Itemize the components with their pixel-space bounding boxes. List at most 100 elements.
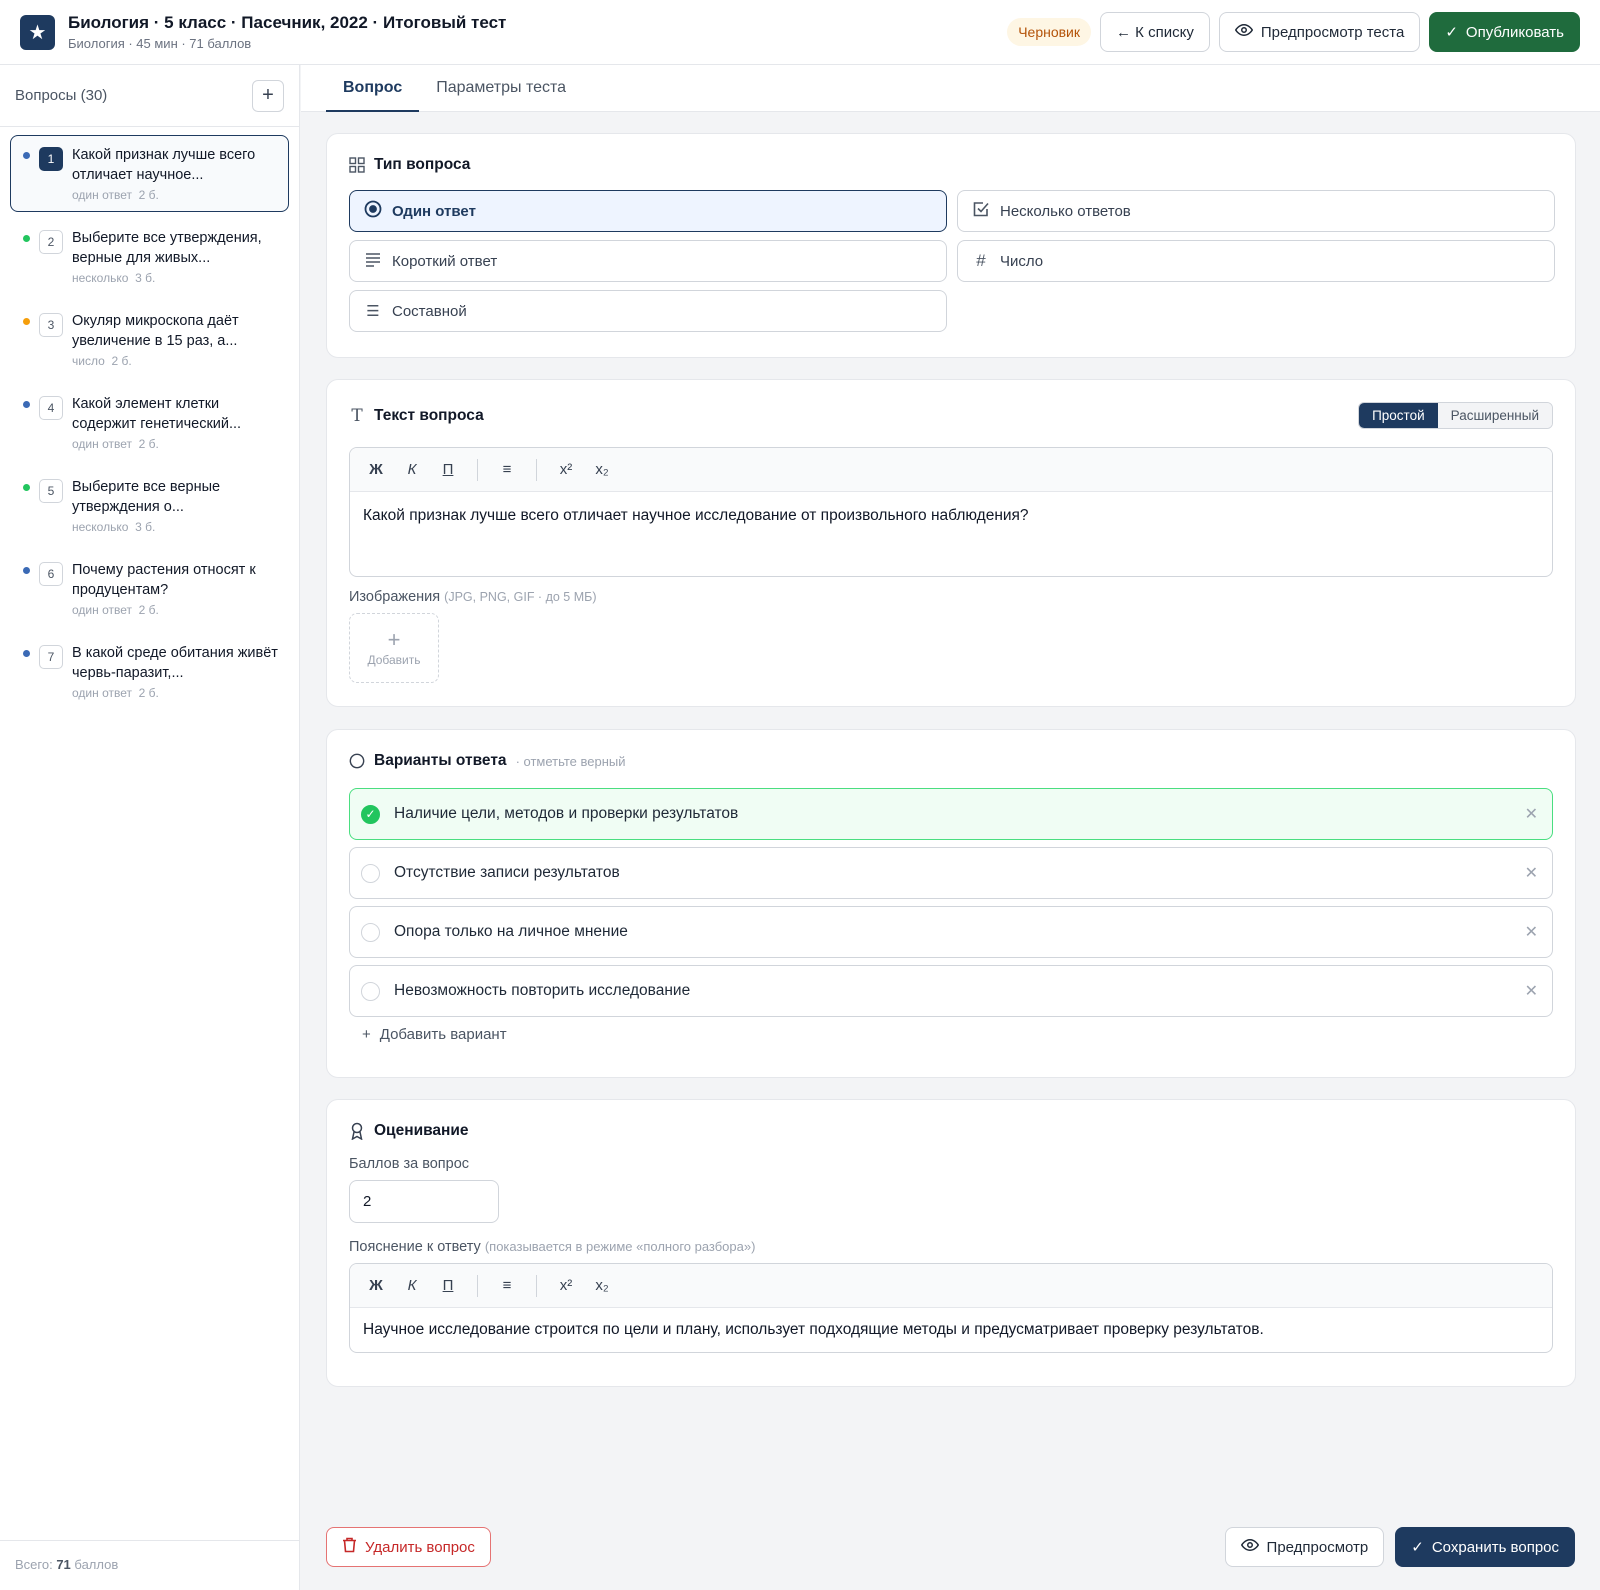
- question-list-item[interactable]: 5 Выберите все верные утверждения о... нес…: [10, 467, 289, 544]
- explanation-input[interactable]: Научное исследование строится по цели и …: [350, 1308, 1552, 1352]
- question-type: несколько: [72, 271, 129, 285]
- mode-simple[interactable]: Простой: [1359, 403, 1438, 428]
- page-subtitle: Биология · 45 мин · 71 баллов: [68, 36, 252, 51]
- question-type-title: Тип вопроса: [374, 156, 471, 173]
- status-dot: [23, 484, 30, 491]
- type-composite[interactable]: ☰ Составной: [349, 290, 947, 332]
- italic-button[interactable]: К: [396, 1271, 428, 1301]
- save-question-button[interactable]: ✓ Сохранить вопрос: [1395, 1527, 1575, 1567]
- hash-icon: #: [976, 251, 986, 270]
- question-text-input[interactable]: Какой признак лучше всего отличает научн…: [350, 492, 1552, 576]
- remove-icon[interactable]: ✕: [1525, 804, 1538, 824]
- list-button[interactable]: ≡: [491, 1271, 523, 1301]
- question-type-options: Один ответ Несколько ответов Короткий от…: [349, 190, 1555, 332]
- footer-right: Предпросмотр ✓ Сохранить вопрос: [1224, 1527, 1575, 1567]
- answer-option[interactable]: Невозможность повторить исследование ✕: [349, 965, 1553, 1017]
- type-label: Число: [1000, 252, 1044, 270]
- question-list-item[interactable]: 2 Выберите все утверждения, верные для жи…: [10, 218, 289, 295]
- remove-icon[interactable]: ✕: [1525, 922, 1538, 942]
- eye-icon: [1234, 21, 1253, 43]
- question-text-card: T Текст вопроса Простой Расширенный Ж К …: [326, 379, 1576, 707]
- add-variant-button[interactable]: + Добавить вариант: [349, 1026, 1553, 1043]
- radio-target-icon: [364, 200, 382, 222]
- explanation-label: Пояснение к ответу (показывается в режим…: [349, 1239, 1553, 1255]
- answer-option[interactable]: ✓ Наличие цели, методов и проверки резуль…: [349, 788, 1553, 840]
- question-list-item[interactable]: 4 Какой элемент клетки содержит генетичес…: [10, 384, 289, 461]
- text-lines-icon: [364, 250, 382, 272]
- question-list-item[interactable]: 6 Почему растения относят к продуцентам? о…: [10, 550, 289, 627]
- explanation-hint: (показывается в режиме «полного разбора»…: [484, 1239, 756, 1254]
- bold-button[interactable]: Ж: [360, 1271, 392, 1301]
- superscript-button[interactable]: x²: [550, 455, 582, 485]
- eye-icon: [1240, 1536, 1259, 1558]
- question-number: 3: [39, 313, 63, 337]
- type-short-answer[interactable]: Короткий ответ: [349, 240, 947, 282]
- remove-icon[interactable]: ✕: [1525, 863, 1538, 883]
- status-dot: [23, 567, 30, 574]
- question-list-item[interactable]: 7 В какой среде обитания живёт червь-пара…: [10, 633, 289, 710]
- question-meta: несколько 3 б.: [72, 520, 278, 534]
- answer-option[interactable]: Отсутствие записи результатов ✕: [349, 847, 1553, 899]
- preview-button[interactable]: Предпросмотр: [1224, 1527, 1385, 1567]
- editor-mode-switch: Простой Расширенный: [1358, 402, 1553, 429]
- delete-question-button[interactable]: Удалить вопрос: [326, 1527, 491, 1567]
- question-points: 3 б.: [135, 520, 156, 534]
- total-points: 71: [56, 1557, 71, 1572]
- back-to-list-button[interactable]: ← К списку: [1100, 12, 1210, 52]
- plus-icon: +: [362, 1026, 371, 1043]
- question-meta: один ответ 2 б.: [72, 437, 278, 451]
- correct-answer-radio[interactable]: [361, 981, 380, 1001]
- question-type-card: Тип вопроса Один ответ Несколько ответов…: [326, 133, 1576, 358]
- question-list-item[interactable]: 3 Окуляр микроскопа даёт увеличение в 15 …: [10, 301, 289, 378]
- answer-option[interactable]: Опора только на личное мнение ✕: [349, 906, 1553, 958]
- mode-advanced[interactable]: Расширенный: [1437, 403, 1552, 428]
- add-image-label: Добавить: [367, 653, 421, 667]
- publish-button[interactable]: ✓ Опубликовать: [1429, 12, 1580, 52]
- award-icon: [349, 1122, 365, 1140]
- status-dot: [23, 235, 30, 242]
- answers-header: Варианты ответа · отметьте верный: [349, 752, 1553, 770]
- check-icon: ✓: [1411, 1539, 1424, 1556]
- type-multiple-answers[interactable]: Несколько ответов: [957, 190, 1555, 232]
- editor-toolbar: Ж К П ≡ x² x₂: [350, 448, 1552, 492]
- correct-answer-radio[interactable]: [361, 922, 380, 942]
- underline-button[interactable]: П: [432, 1271, 464, 1301]
- remove-icon[interactable]: ✕: [1525, 981, 1538, 1001]
- question-points: 3 б.: [135, 271, 156, 285]
- points-input[interactable]: [349, 1180, 499, 1223]
- question-points: 2 б.: [138, 686, 159, 700]
- tab-question[interactable]: Вопрос: [326, 65, 420, 112]
- type-single-answer[interactable]: Один ответ: [349, 190, 947, 232]
- status-dot: [23, 152, 30, 159]
- subscript-button[interactable]: x₂: [586, 1271, 618, 1301]
- question-number: 6: [39, 562, 63, 586]
- list-button[interactable]: ≡: [491, 455, 523, 485]
- footer-left: Удалить вопрос: [326, 1527, 491, 1567]
- add-question-button[interactable]: +: [252, 79, 284, 112]
- type-number[interactable]: # Число: [957, 240, 1555, 282]
- question-list-item[interactable]: 1 Какой признак лучше всего отличает науч…: [10, 135, 289, 212]
- question-meta: один ответ 2 б.: [72, 686, 278, 700]
- add-image-button[interactable]: + Добавить: [349, 613, 439, 683]
- total-prefix: Всего:: [15, 1557, 53, 1572]
- tab-test-settings[interactable]: Параметры теста: [419, 65, 583, 112]
- explanation-label-text: Пояснение к ответу: [349, 1239, 481, 1255]
- status-dot: [23, 318, 30, 325]
- status-dot: [23, 650, 30, 657]
- text-type-icon: T: [351, 405, 363, 426]
- radio-circle-icon: [349, 753, 365, 769]
- correct-answer-radio[interactable]: [361, 863, 380, 883]
- grading-card: Оценивание Баллов за вопрос Пояснение к …: [326, 1099, 1576, 1387]
- bold-button[interactable]: Ж: [360, 455, 392, 485]
- preview-test-button[interactable]: Предпросмотр теста: [1218, 12, 1421, 52]
- editor-toolbar: Ж К П ≡ x² x₂: [350, 1264, 1552, 1308]
- underline-button[interactable]: П: [432, 455, 464, 485]
- preview-label: Предпросмотр: [1266, 1538, 1369, 1556]
- italic-button[interactable]: К: [396, 455, 428, 485]
- question-text-title: Текст вопроса: [374, 406, 484, 424]
- question-title: Выберите все утверждения, верные для жив…: [72, 230, 262, 266]
- title-block: Биология · 5 класс · Пасечник, 2022 · Ит…: [68, 13, 506, 51]
- subscript-button[interactable]: x₂: [586, 455, 618, 485]
- superscript-button[interactable]: x²: [550, 1271, 582, 1301]
- correct-answer-radio[interactable]: ✓: [361, 804, 380, 824]
